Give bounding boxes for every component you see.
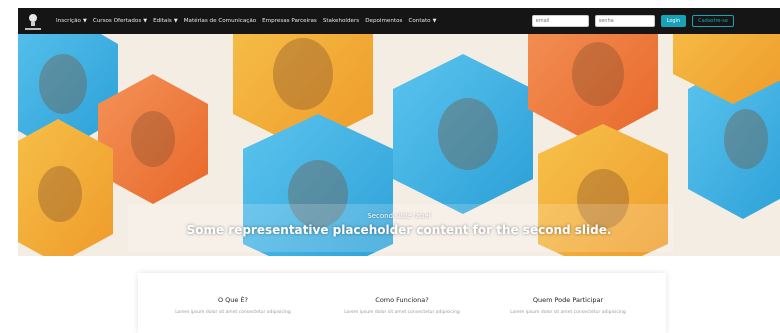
- caret-down-icon: ▼: [432, 18, 437, 24]
- menu-item-cursos[interactable]: Cursos Ofertados ▼: [93, 18, 147, 24]
- info-text: Lorem ipsum dolor sit amet consectetur a…: [344, 310, 460, 315]
- password-input[interactable]: [594, 15, 655, 27]
- slide-text: Some representative placeholder content …: [186, 223, 612, 237]
- info-column-o-que-e: O Que É? Lorem ipsum dolor sit amet cons…: [153, 296, 313, 315]
- menu-item-empresas[interactable]: Empresas Parceiras: [262, 18, 317, 24]
- info-text: Lorem ipsum dolor sit amet consectetur a…: [175, 310, 291, 315]
- info-title: O Que É?: [217, 296, 249, 304]
- carousel-slide[interactable]: Second slide label Some representative p…: [18, 34, 780, 256]
- email-input[interactable]: [531, 15, 589, 27]
- info-card: O Que É? Lorem ipsum dolor sit amet cons…: [138, 273, 666, 333]
- register-button[interactable]: Cadastre-se: [692, 15, 734, 27]
- caret-down-icon: ▼: [82, 18, 87, 24]
- info-title: Como Funciona?: [375, 296, 429, 304]
- menu-item-stakeholders[interactable]: Stakeholders: [323, 18, 359, 24]
- login-form: Login Cadastre-se: [531, 15, 734, 27]
- menu-item-materias[interactable]: Matérias de Comunicação: [184, 18, 256, 24]
- logo-icon[interactable]: [22, 10, 44, 32]
- info-title: Quem Pode Participar: [532, 296, 604, 304]
- menu-item-editais[interactable]: Editais ▼: [153, 18, 178, 24]
- menu-item-depoimentos[interactable]: Depoimentos: [365, 18, 402, 24]
- carousel-caption: Second slide label Some representative p…: [18, 212, 780, 237]
- menu-item-contato[interactable]: Contato ▼: [408, 18, 436, 24]
- menu-item-inscricao[interactable]: Inscrição ▼: [56, 18, 87, 24]
- info-column-quem-pode-participar: Quem Pode Participar Lorem ipsum dolor s…: [488, 296, 648, 315]
- info-column-como-funciona: Como Funciona? Lorem ipsum dolor sit ame…: [322, 296, 482, 315]
- caret-down-icon: ▼: [143, 18, 148, 24]
- info-text: Lorem ipsum dolor sit amet consectetur a…: [510, 310, 626, 315]
- navbar: Inscrição ▼ Cursos Ofertados ▼ Editais ▼ Ma…: [18, 8, 780, 34]
- login-button[interactable]: Login: [660, 15, 687, 27]
- slide-label: Second slide label: [367, 212, 431, 220]
- main-menu: Inscrição ▼ Cursos Ofertados ▼ Editais ▼ Ma…: [56, 18, 436, 24]
- caret-down-icon: ▼: [173, 18, 178, 24]
